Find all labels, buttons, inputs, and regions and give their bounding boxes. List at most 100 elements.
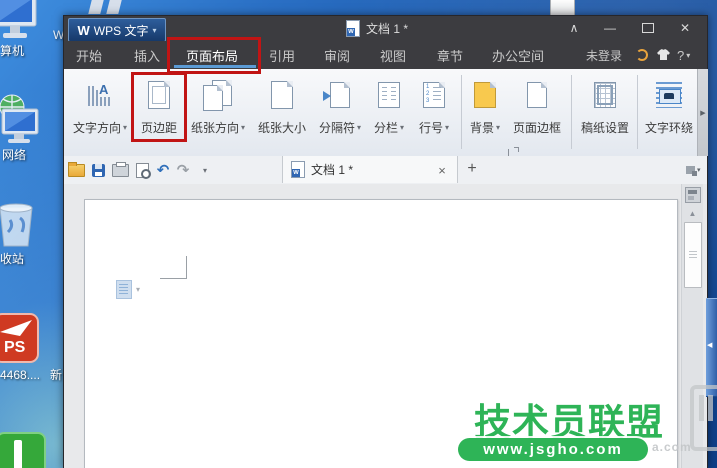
desktop-icon-label[interactable]: 4468.... [0, 368, 40, 382]
ruler-toggle-icon[interactable] [685, 187, 701, 203]
chevron-right-icon: ▶ [700, 109, 706, 117]
desktop-icon-label-partial[interactable]: 新 [50, 366, 62, 383]
tab-label: 审阅 [324, 48, 351, 64]
chevron-down-icon: ▾ [202, 165, 207, 175]
ribbon-button-text-wrap[interactable]: 文字环绕 [642, 73, 696, 151]
document-tab-close-button[interactable]: × [434, 162, 450, 178]
open-button[interactable] [67, 161, 85, 179]
dropdown-arrow-icon: ▾ [445, 123, 450, 132]
ribbon-button-grid-paper[interactable]: 稿纸设置 [575, 73, 635, 151]
ribbon-overflow-button[interactable]: ▶ [697, 69, 708, 156]
maximize-button[interactable] [635, 19, 661, 37]
background-icon [474, 75, 496, 115]
paper-size-icon [271, 75, 293, 115]
tab-references[interactable]: 引用 [269, 41, 295, 69]
print-preview-button[interactable] [133, 161, 151, 179]
ribbon-button-line-numbers[interactable]: 行号▾ [411, 73, 457, 151]
desktop-icon-recycle-bin[interactable] [0, 198, 44, 255]
picture-glyph [659, 89, 681, 104]
paste-options-float[interactable]: ▾ [116, 280, 140, 299]
login-status[interactable]: 未登录 [586, 41, 622, 69]
label-text: 文字环绕 [644, 121, 693, 135]
undo-button[interactable]: ↶ [154, 161, 172, 179]
save-button[interactable] [89, 161, 107, 179]
dropdown-arrow-icon: ▾ [496, 123, 501, 132]
ribbon-button-label: 纸张方向 ▾ [191, 119, 245, 136]
wps-menu-button[interactable]: W WPS 文字 ▾ [68, 18, 166, 42]
tab-office-space[interactable]: 办公空间 [492, 41, 544, 69]
help-button[interactable]: ? ▾ [677, 41, 690, 69]
close-button[interactable]: ✕ [672, 19, 698, 37]
maximize-icon [642, 23, 654, 33]
tab-label: 引用 [269, 48, 296, 64]
ribbon-button-text-direction[interactable]: A 文字方向 ▾ [69, 73, 131, 151]
toolbar-options-button[interactable]: ▾ [686, 163, 706, 177]
scrollbar-thumb[interactable] [684, 222, 702, 288]
breaks-icon [323, 75, 350, 115]
titlebar: W WPS 文字 ▾ w 文档 1 * ∧ — ✕ [64, 16, 707, 42]
annotation-box-page-margins-button [131, 72, 187, 142]
minimize-button[interactable]: — [597, 19, 623, 37]
desktop-icon-network[interactable] [0, 93, 44, 150]
chevron-down-icon: ▾ [152, 25, 157, 35]
document-tab[interactable]: w 文档 1 * [282, 156, 458, 183]
dropdown-arrow-icon: ▾ [123, 123, 128, 132]
line-numbers-icon [423, 75, 445, 115]
label-text: 纸张方向 [190, 121, 239, 135]
tab-label: 开始 [76, 48, 103, 64]
recycle-bin-icon [0, 203, 33, 247]
label-text: 分隔符 [318, 121, 355, 135]
edge-panel-toggle[interactable]: ◀ [706, 298, 717, 397]
desktop-icon-label[interactable]: 收站 [0, 250, 24, 267]
tab-view[interactable]: 视图 [380, 41, 406, 69]
scroll-up-button[interactable]: ▲ [682, 206, 703, 220]
desktop-icon-green-partial[interactable] [0, 432, 46, 468]
chevron-down-icon: ▾ [686, 50, 691, 60]
dropdown-arrow-icon: ▾ [400, 123, 405, 132]
desktop-partial-icon [86, 0, 130, 14]
tab-section[interactable]: 章节 [437, 41, 463, 69]
ribbon-button-breaks[interactable]: 分隔符 ▾ [314, 73, 366, 151]
undo-icon: ↶ [156, 162, 170, 179]
network-icon [0, 94, 39, 143]
ribbon-button-background[interactable]: 背景 ▾ [463, 73, 507, 151]
tab-insert[interactable]: 插入 [134, 41, 160, 69]
desktop-icon-wps-download[interactable]: PS [0, 312, 42, 369]
label-text: 行号 [418, 121, 443, 135]
tab-home[interactable]: 开始 [76, 41, 102, 69]
skin-icon[interactable] [656, 49, 671, 61]
ribbon-button-paper-size[interactable]: 纸张大小 [254, 73, 310, 151]
window-document-title: w 文档 1 * [346, 20, 408, 37]
arrow-left-icon: ◀ [707, 342, 713, 349]
grid-paper-icon [594, 75, 616, 115]
label-text: 分栏 [373, 121, 398, 135]
tab-review[interactable]: 审阅 [324, 41, 350, 69]
ribbon-button-page-border[interactable]: 页面边框 [507, 73, 567, 151]
fold-ribbon-button[interactable]: ∧ [561, 19, 587, 37]
ribbon-button-paper-orientation[interactable]: 纸张方向 ▾ [186, 73, 250, 151]
plus-icon: + [467, 160, 477, 177]
page-border-icon [527, 75, 547, 115]
print-preview-icon [135, 162, 151, 179]
toolbar-dropdown-button[interactable]: ▾ [196, 161, 214, 179]
document-icon: w [291, 161, 305, 178]
faint-watermark-logo [690, 385, 717, 451]
redo-icon: ↷ [176, 162, 190, 179]
promo-icon[interactable] [636, 49, 648, 61]
close-icon: × [438, 162, 446, 178]
desktop-icon-label[interactable]: 算机 [0, 42, 24, 59]
label-text: 稿纸设置 [580, 121, 629, 135]
new-document-tab-button[interactable]: + [463, 159, 481, 179]
label-text: 背景 [469, 121, 494, 135]
label-text: 页面边框 [512, 121, 561, 135]
paper-orientation-icon [203, 75, 233, 115]
desktop: 算机 网络 收站 PS 4468.... 新 W W WPS 文字 ▾ w 文档… [0, 0, 717, 468]
redo-button[interactable]: ↷ [174, 161, 192, 179]
ribbon-button-label: 稿纸设置 [581, 119, 629, 136]
desktop-icon-label[interactable]: 网络 [2, 146, 26, 163]
paste-options-icon [116, 280, 132, 299]
close-icon: ✕ [679, 21, 691, 35]
wps-menu-label: WPS 文字 [93, 23, 149, 38]
print-button[interactable] [111, 161, 129, 179]
ribbon-button-columns[interactable]: 分栏 ▾ [367, 73, 411, 151]
